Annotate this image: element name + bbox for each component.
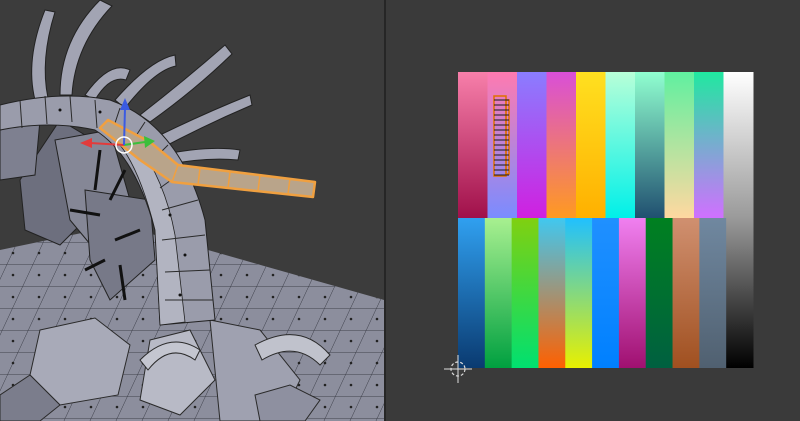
texture-bottom-column (618, 218, 647, 368)
texture-bottom-column (458, 218, 486, 368)
texture-bottom-column (565, 218, 593, 368)
texture-top-column (723, 72, 754, 218)
gizmo-z-axis (123, 107, 126, 146)
color-grid-texture (458, 72, 754, 368)
texture-top-column (546, 72, 577, 218)
texture-bottom-column (672, 218, 700, 368)
texture-bottom-column (645, 218, 674, 368)
texture-top-column (458, 72, 488, 218)
texture-bottom-column (511, 218, 539, 368)
texture-bottom-column (484, 218, 513, 368)
texture-top-column (664, 72, 695, 218)
texture-top-column (576, 72, 606, 218)
texture-bottom-column (699, 218, 727, 368)
texture-bottom-column (538, 218, 566, 368)
3d-viewport[interactable] (0, 0, 384, 421)
texture-bottom-column (726, 218, 754, 368)
viewport-scene[interactable] (0, 0, 384, 421)
uv-canvas[interactable] (386, 0, 800, 421)
texture-top-column (517, 72, 547, 218)
texture-top-column (635, 72, 665, 218)
texture-top-column (694, 72, 724, 218)
uv-image-editor[interactable] (386, 0, 800, 421)
texture-bottom-column (592, 218, 620, 368)
texture-top-column (605, 72, 636, 218)
